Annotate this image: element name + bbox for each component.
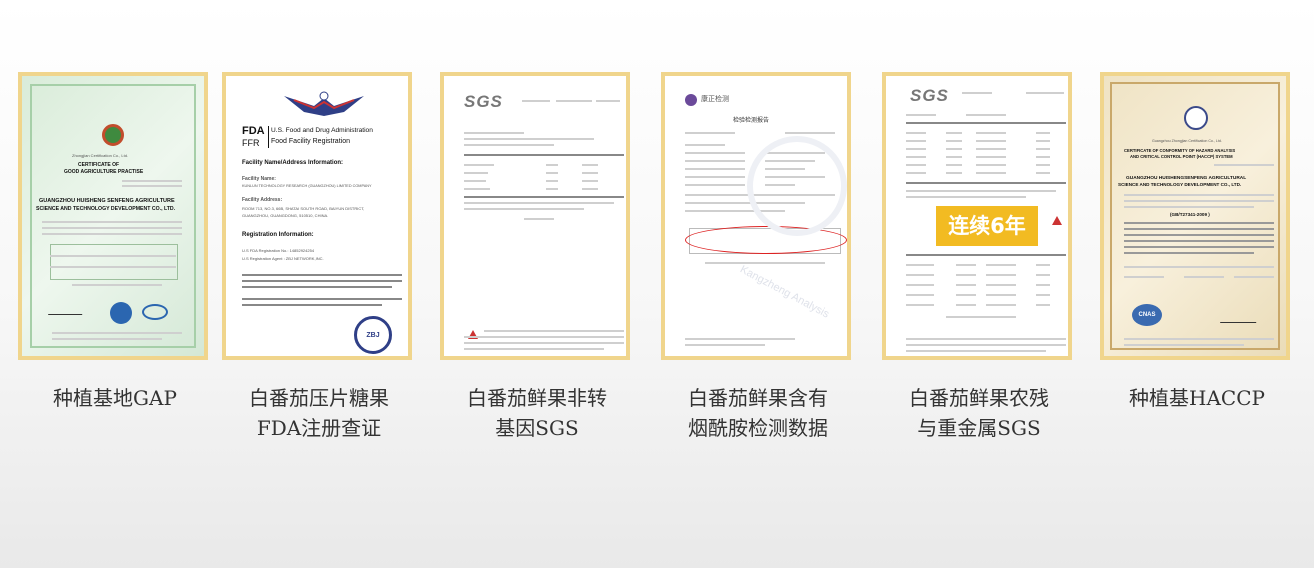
certificate-fda-image: FDA FFR U.S. Food and Drug Administratio… xyxy=(226,76,408,356)
consecutive-years-banner: 连续6年 xyxy=(936,206,1038,246)
caption-nicotinamide: 白番茄鲜果含有 烟酰胺检测数据 xyxy=(688,386,828,440)
caption-gap: 种植基地GAP xyxy=(53,386,177,410)
caption-fda: 白番茄压片糖果 FDA注册查证 xyxy=(249,386,389,440)
watermark-text: Kangzheng Analysis xyxy=(737,263,832,321)
certificate-sgs-nongmo-card[interactable]: SGS xyxy=(440,72,630,360)
watermark-seal-icon xyxy=(747,136,847,236)
highlight-ellipse xyxy=(685,226,847,254)
certificate-sgs-residue-image: SGS 连续6年 xyxy=(886,76,1068,356)
caption-sgs-residue: 白番茄鲜果农残 与重金属SGS xyxy=(909,386,1049,440)
kangzheng-logo-icon xyxy=(685,94,697,106)
haccp-signature xyxy=(1219,312,1261,323)
zbj-seal-icon: ZBJ xyxy=(354,316,392,354)
cma-mark-icon xyxy=(468,330,478,339)
haccp-emblem-icon xyxy=(1184,106,1208,130)
certificate-gap-card[interactable]: Zhongjian Certification Co., Ltd. CERTIF… xyxy=(18,72,208,360)
certificate-haccp-card[interactable]: Guangzhou Zhongjian Certification Co., L… xyxy=(1100,72,1290,360)
cnas-logo-icon xyxy=(142,304,168,320)
certificate-haccp-image: Guangzhou Zhongjian Certification Co., L… xyxy=(1104,76,1286,356)
cma-mark-icon xyxy=(1052,216,1062,225)
certificate-nicotinamide-card[interactable]: 康正检测 检验检测报告 Kangzheng Analysis xyxy=(661,72,851,360)
certificate-nicotinamide-image: 康正检测 检验检测报告 Kangzheng Analysis xyxy=(665,76,847,356)
certificate-fda-card[interactable]: FDA FFR U.S. Food and Drug Administratio… xyxy=(222,72,412,360)
cnas-logo-icon: CNAS xyxy=(1132,304,1162,326)
sgs-logo: SGS xyxy=(910,86,949,105)
sgs-logo: SGS xyxy=(464,92,503,111)
caption-haccp: 种植基HACCP xyxy=(1129,386,1265,410)
caption-sgs-nongmo: 白番茄鲜果非转 基因SGS xyxy=(467,386,607,440)
iaf-logo-icon xyxy=(110,302,132,324)
gap-signature xyxy=(47,304,87,315)
eagle-emblem-icon xyxy=(284,88,364,118)
certificate-gap-image: Zhongjian Certification Co., Ltd. CERTIF… xyxy=(22,76,204,356)
certificate-sgs-nongmo-image: SGS xyxy=(444,76,626,356)
certificate-sgs-residue-card[interactable]: SGS 连续6年 xyxy=(882,72,1072,360)
gap-emblem-icon xyxy=(102,124,124,146)
